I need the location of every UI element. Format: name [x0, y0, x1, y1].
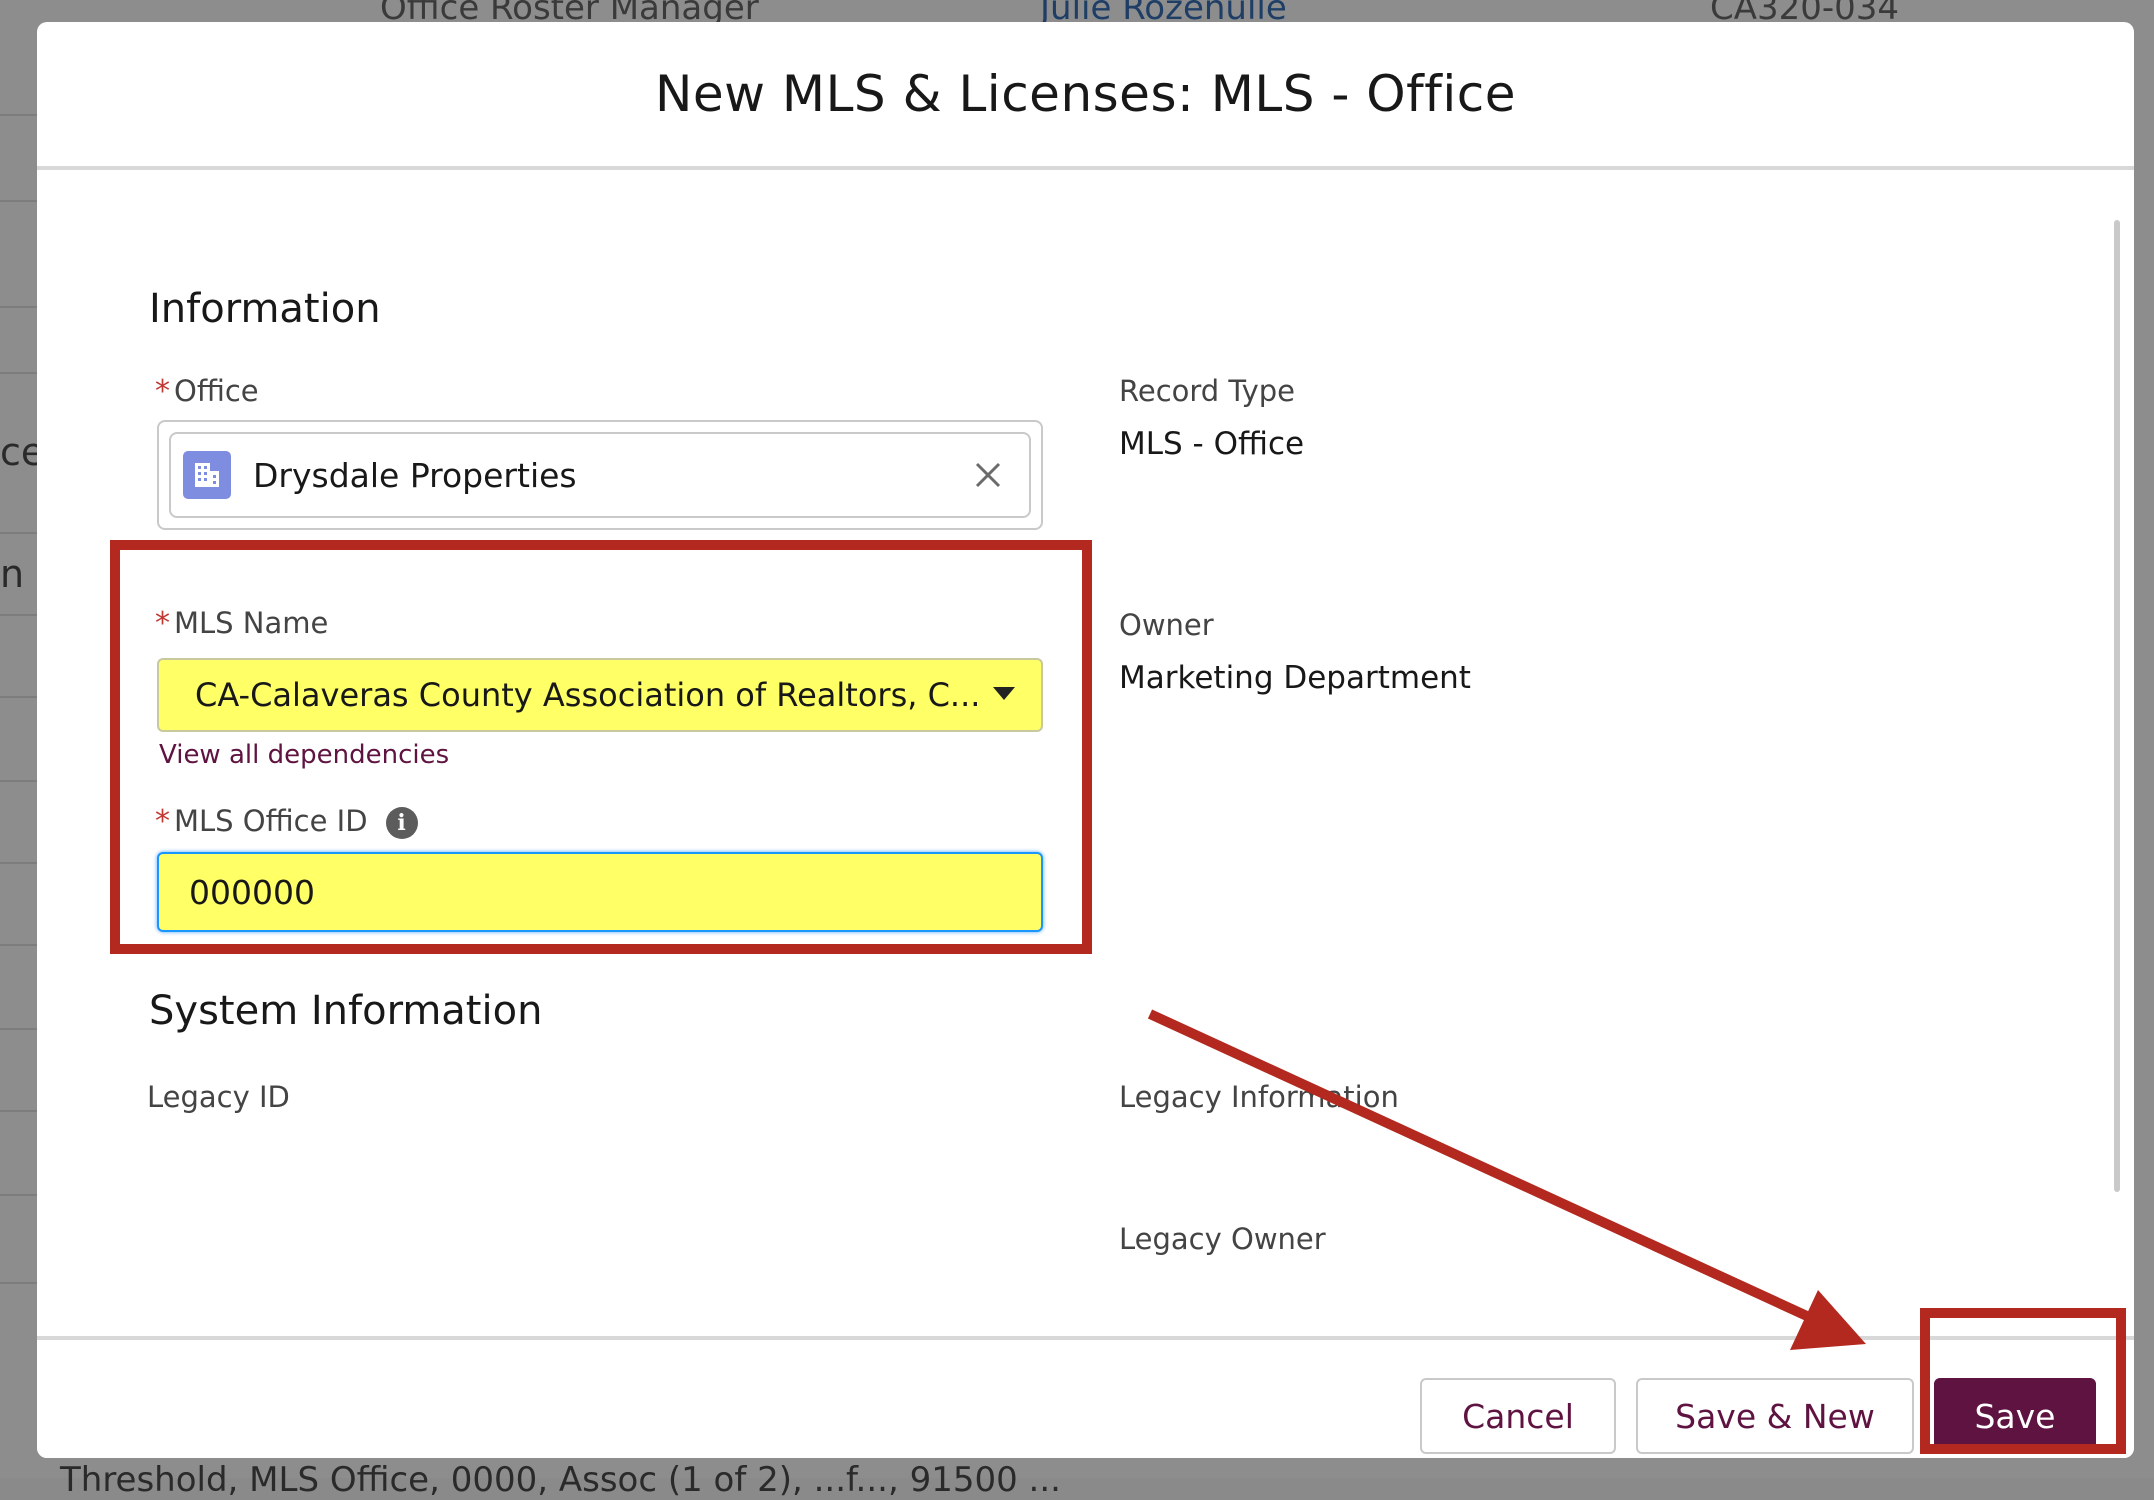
required-marker: * — [155, 606, 170, 641]
record-type-value: MLS - Office — [1119, 426, 1305, 462]
scrollbar[interactable] — [2114, 220, 2120, 1192]
cancel-button[interactable]: Cancel — [1420, 1378, 1616, 1454]
chevron-down-icon — [993, 687, 1015, 700]
bg-divider — [0, 200, 40, 202]
record-type-label: Record Type — [1119, 374, 1296, 408]
bg-divider — [0, 780, 40, 782]
new-mls-modal: New MLS & Licenses: MLS - Office Informa… — [37, 22, 2134, 1458]
bg-bottom-text: Threshold, MLS Office, 0000, Assoc (1 of… — [60, 1460, 1061, 1500]
office-value: Drysdale Properties — [253, 455, 577, 495]
info-icon[interactable]: i — [385, 807, 418, 839]
office-selected-pill[interactable]: Drysdale Properties — [169, 432, 1031, 518]
legacy-id-label: Legacy ID — [147, 1080, 290, 1114]
bg-divider — [0, 372, 40, 374]
office-label: * Office — [155, 374, 259, 409]
modal-footer: Cancel Save & New Save — [37, 1336, 2134, 1458]
building-icon — [183, 451, 231, 499]
bg-divider — [0, 1028, 40, 1030]
save-button[interactable]: Save — [1934, 1378, 2096, 1454]
bg-divider — [0, 1194, 40, 1196]
modal-body[interactable]: Information * Office Drysdale Properties… — [37, 170, 2134, 1336]
bg-divider — [0, 532, 40, 534]
modal-title: New MLS & Licenses: MLS - Office — [654, 65, 1517, 123]
mls-office-id-label-text: MLS Office ID — [174, 804, 368, 838]
clear-selection-icon[interactable] — [969, 456, 1007, 494]
modal-header: New MLS & Licenses: MLS - Office — [37, 22, 2134, 170]
section-information-title: Information — [149, 286, 381, 332]
owner-value: Marketing Department — [1119, 660, 1471, 696]
section-system-information-title: System Information — [149, 988, 543, 1034]
bg-divider — [0, 614, 40, 616]
bg-divider — [0, 114, 40, 116]
office-label-text: Office — [174, 374, 259, 408]
bg-divider — [0, 862, 40, 864]
bg-divider — [0, 306, 40, 308]
mls-name-value: CA-Calaveras County Association of Realt… — [195, 676, 981, 714]
view-all-dependencies-link[interactable]: View all dependencies — [159, 740, 449, 770]
mls-office-id-input[interactable] — [157, 852, 1043, 932]
required-marker: * — [155, 804, 170, 839]
bg-divider — [0, 1110, 40, 1112]
mls-name-label: * MLS Name — [155, 606, 328, 641]
mls-name-picklist[interactable]: CA-Calaveras County Association of Realt… — [157, 658, 1043, 732]
save-and-new-button[interactable]: Save & New — [1636, 1378, 1914, 1454]
legacy-owner-label: Legacy Owner — [1119, 1222, 1326, 1256]
legacy-information-label: Legacy Information — [1119, 1080, 1399, 1114]
owner-label: Owner — [1119, 608, 1214, 642]
bg-divider — [0, 944, 40, 946]
bg-divider — [0, 1282, 40, 1284]
required-marker: * — [155, 374, 170, 409]
mls-office-id-label: * MLS Office ID i — [155, 804, 418, 839]
office-lookup-field[interactable]: Drysdale Properties — [157, 420, 1043, 530]
bg-divider — [0, 696, 40, 698]
mls-name-label-text: MLS Name — [174, 606, 329, 640]
